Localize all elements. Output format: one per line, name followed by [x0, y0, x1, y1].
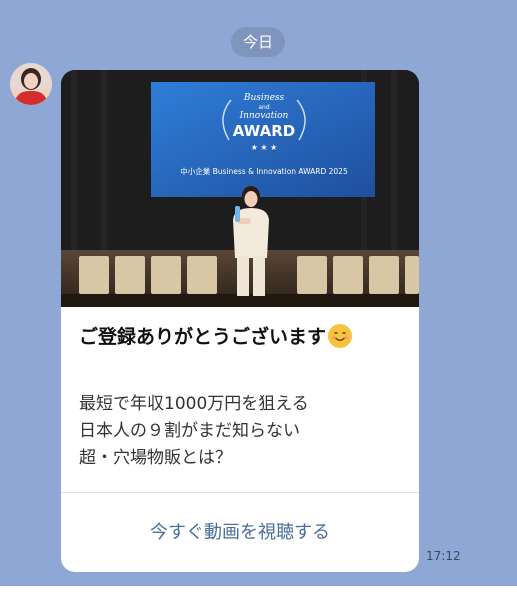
stars-icon: ★ ★ ★ [251, 143, 278, 152]
profile-photo-icon [10, 63, 52, 105]
logo-line-2: and [258, 104, 269, 111]
rich-message-card[interactable]: Business and Innovation AWARD ★ ★ ★ 中小企業… [61, 70, 419, 572]
message-time: 17:12 [426, 549, 461, 563]
logo-line-3: Innovation [239, 111, 289, 121]
smiling-face-emoji-icon [328, 324, 353, 348]
logo-line-1: Business [243, 93, 285, 103]
card-title-text: ご登録ありがとうございます [79, 326, 327, 348]
sender-avatar[interactable] [10, 63, 52, 105]
watch-video-button[interactable]: 今すぐ動画を視聴する [61, 493, 419, 572]
award-stage-photo: Business and Innovation AWARD ★ ★ ★ 中小企業… [61, 70, 419, 307]
card-title: ご登録ありがとうございます [79, 323, 409, 351]
screen-caption: 中小企業 Business & Innovation AWARD 2025 [180, 166, 348, 176]
award-word: AWARD [233, 122, 295, 140]
card-body: 最短で年収1000万円を狙える 日本人の９割がまだ知らない 超・穴場物販とは？ [79, 391, 409, 472]
date-separator: 今日 [231, 27, 285, 57]
body-line: 超・穴場物販とは？ [79, 448, 232, 468]
body-line: 日本人の９割がまだ知らない [79, 421, 300, 441]
body-line: 最短で年収1000万円を狙える [79, 394, 309, 414]
